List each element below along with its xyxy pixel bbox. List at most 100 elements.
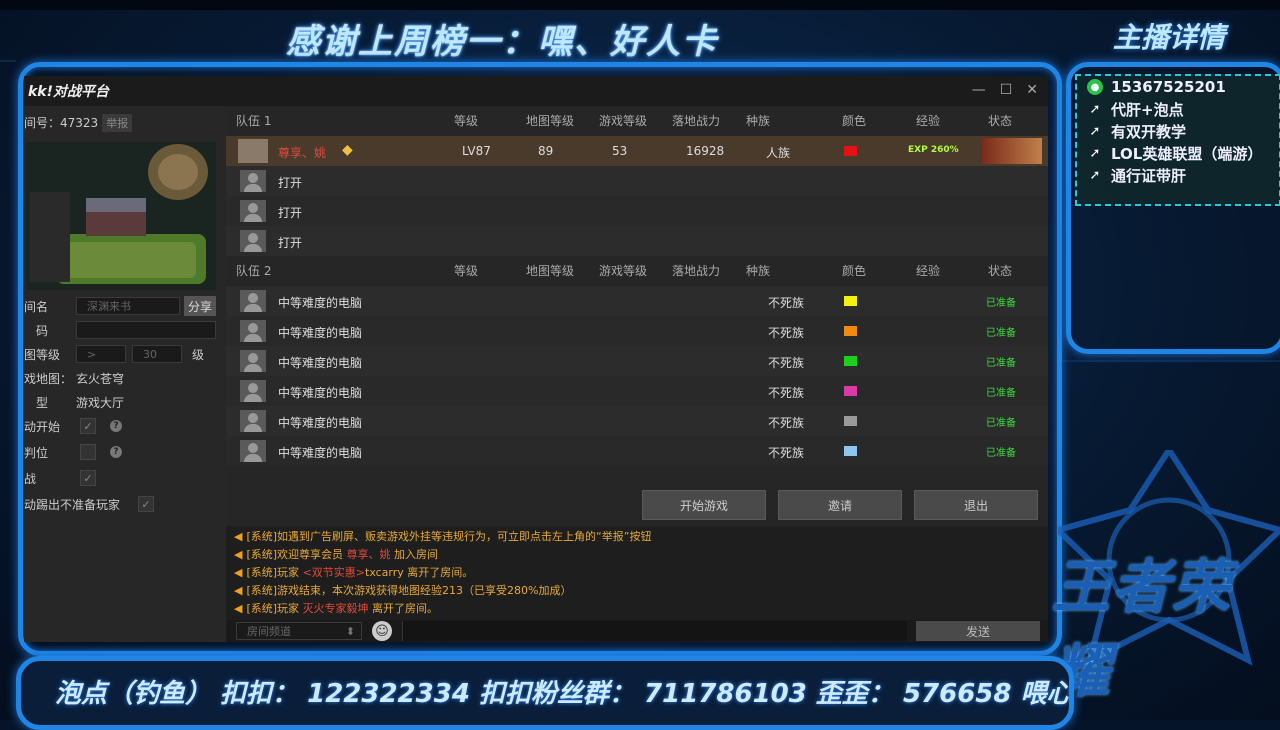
minimize-icon[interactable]: — <box>972 82 986 98</box>
log-text: [系统]玩家 <box>246 566 303 579</box>
exit-button[interactable]: 退出 <box>914 490 1038 520</box>
send-button[interactable]: 发送 <box>916 621 1040 641</box>
log-message: ◀ [系统]游戏结束，本次游戏获得地图经验213（已享受280%加成） <box>234 582 572 598</box>
room-settings-panel: 间号：47323 举报 间名 深渊来书 分享 码 图等级 > 30 级 戏地图：… <box>24 106 226 642</box>
info-text: 通行证带肝 <box>1111 166 1187 185</box>
info-row-phone: ● 15367525201 <box>1077 76 1279 98</box>
ai-race: 不死族 <box>768 296 805 310</box>
maximize-icon[interactable]: ☐ <box>1000 82 1013 98</box>
team1-player-row[interactable]: 尊享、姚 ◆ LV87 89 53 16928 人族 EXP 260% <box>226 136 1048 166</box>
start-game-button[interactable]: 开始游戏 <box>642 490 766 520</box>
room-name-input[interactable]: 深渊来书 <box>76 297 180 315</box>
team-panel: 队伍 1 等级 地图等级 游戏等级 落地战力 种族 颜色 经验 状态 尊享、姚 … <box>226 106 1048 642</box>
log-text: [系统]欢迎尊享会员 <box>246 548 347 561</box>
wrench-icon: ➚ <box>1089 145 1101 161</box>
ai-race: 不死族 <box>768 356 805 370</box>
ai-race: 不死族 <box>768 416 805 430</box>
player-color-swatch <box>844 146 857 156</box>
map-level-operator-select[interactable]: > <box>76 345 126 363</box>
wrench-icon: ➚ <box>1089 123 1101 139</box>
chat-bar: 房间频道 ⬍ ☺ 发送 <box>226 620 1048 642</box>
channel-label: 房间频道 <box>247 625 291 638</box>
team1-open-slot[interactable]: 打开 <box>226 196 1048 226</box>
empty-avatar-icon <box>240 230 266 252</box>
speaker-icon: ◀ <box>234 584 243 597</box>
kick-checkbox[interactable]: ✓ <box>138 496 154 512</box>
ai-name: 中等难度的电脑 <box>278 326 363 340</box>
invite-button[interactable]: 邀请 <box>778 490 902 520</box>
empty-avatar-icon <box>240 200 266 222</box>
speaker-icon: ◀ <box>234 602 243 615</box>
title-bar: kk!对战平台 — ☐ ✕ <box>24 76 1048 106</box>
fight-row: 战 ✓ <box>24 468 96 488</box>
chat-input[interactable] <box>402 621 907 641</box>
battle-platform-window: kk!对战平台 — ☐ ✕ 间号：47323 举报 间名 深渊来书 分享 码 图… <box>24 76 1048 642</box>
empty-avatar-icon <box>240 290 266 312</box>
col-map-level: 地图等级 <box>526 113 575 128</box>
fight-checkbox[interactable]: ✓ <box>80 470 96 486</box>
kick-row: 动踢出不准备玩家 ✓ <box>24 494 154 514</box>
channel-select[interactable]: 房间频道 ⬍ <box>236 622 362 640</box>
map-level-input[interactable]: 30 <box>132 345 182 363</box>
app-title: kk!对战平台 <box>28 84 110 100</box>
team1-open-slot[interactable]: 打开 <box>226 226 1048 256</box>
log-message: ◀ [系统]玩家 灭火专家毅坤 离开了房间。 <box>234 600 438 616</box>
ai-color-swatch[interactable] <box>844 296 857 306</box>
player-name: 尊享、姚 <box>278 146 327 160</box>
help-icon[interactable]: ? <box>110 420 122 432</box>
map-level-label: 图等级 <box>24 347 61 362</box>
help-icon[interactable]: ? <box>110 446 122 458</box>
wrench-icon: ➚ <box>1089 167 1101 183</box>
ai-color-swatch[interactable] <box>844 386 857 396</box>
password-input[interactable] <box>76 321 216 339</box>
type-value: 游戏大厅 <box>76 395 125 410</box>
empty-avatar-icon <box>240 320 266 342</box>
map-level-row: 图等级 > 30 级 <box>24 344 204 364</box>
game-map-value: 玄火苍穹 <box>76 371 125 386</box>
team2-ai-row[interactable]: 中等难度的电脑 不死族 已准备 <box>226 286 1048 316</box>
col-game-level: 游戏等级 <box>599 113 648 128</box>
ai-color-swatch[interactable] <box>844 446 857 456</box>
wechat-icon: ● <box>1087 79 1103 95</box>
ai-color-swatch[interactable] <box>844 416 857 426</box>
report-button[interactable]: 举报 <box>102 114 133 132</box>
info-row-pass: ➚ 通行证带肝 <box>1077 164 1279 186</box>
team2-ai-row[interactable]: 中等难度的电脑 不死族 已准备 <box>226 346 1048 376</box>
ai-race: 不死族 <box>768 326 805 340</box>
log-message: ◀ [系统]玩家 <双节实惠>txcarry 离开了房间。 <box>234 564 473 580</box>
team2-ai-row[interactable]: 中等难度的电脑 不死族 已准备 <box>226 376 1048 406</box>
ai-name: 中等难度的电脑 <box>278 356 363 370</box>
ai-race: 不死族 <box>768 446 805 460</box>
room-number: 间号：47323 举报 <box>24 114 133 132</box>
close-icon[interactable]: ✕ <box>1026 82 1038 98</box>
ready-status: 已准备 <box>986 328 1016 339</box>
player-race: 人族 <box>766 146 791 160</box>
ai-name: 中等难度的电脑 <box>278 416 363 430</box>
emoji-icon[interactable]: ☺ <box>372 621 392 641</box>
team2-ai-row[interactable]: 中等难度的电脑 不死族 已准备 <box>226 406 1048 436</box>
empty-avatar-icon <box>240 380 266 402</box>
contact-ticker: 泡点（钓鱼） 扣扣： 122322334 扣扣粉丝群： 711786103 歪歪… <box>55 679 1074 709</box>
team2-ai-row[interactable]: 中等难度的电脑 不死族 已准备 <box>226 436 1048 466</box>
ai-color-swatch[interactable] <box>844 356 857 366</box>
judge-checkbox[interactable] <box>80 444 96 460</box>
team1-open-slot[interactable]: 打开 <box>226 166 1048 196</box>
team2-ai-row[interactable]: 中等难度的电脑 不死族 已准备 <box>226 316 1048 346</box>
auto-start-checkbox[interactable]: ✓ <box>80 418 96 434</box>
player-power: 16928 <box>686 144 725 158</box>
empty-avatar-icon <box>240 440 266 462</box>
exp-badge: EXP 260% <box>908 145 959 155</box>
speaker-icon: ◀ <box>234 566 243 579</box>
decor-line <box>0 60 16 62</box>
info-row-teach: ➚ 有双开教学 <box>1077 120 1279 142</box>
share-button[interactable]: 分享 <box>184 296 217 316</box>
ready-status: 已准备 <box>986 448 1016 459</box>
open-slot-label: 打开 <box>278 176 303 190</box>
log-highlight: 灭火专家毅坤 <box>302 602 369 615</box>
ticker-frame: 泡点（钓鱼） 扣扣： 122322334 扣扣粉丝群： 711786103 歪歪… <box>16 656 1074 730</box>
vip-diamond-icon: ◆ <box>342 142 353 158</box>
ai-color-swatch[interactable] <box>844 326 857 336</box>
player-map-level: 89 <box>538 144 554 158</box>
info-text: 有双开教学 <box>1111 122 1187 141</box>
decor-line <box>1060 360 1280 362</box>
